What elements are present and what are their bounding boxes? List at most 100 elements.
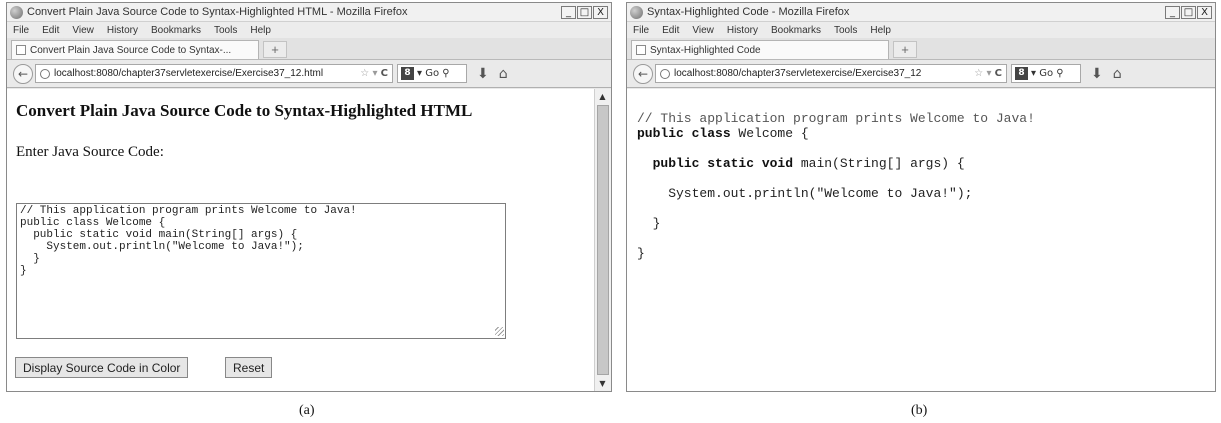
menu-tools[interactable]: Tools [834, 25, 857, 36]
scroll-up-icon[interactable]: ▲ [595, 89, 610, 104]
code-line: // This application program prints Welco… [637, 111, 1035, 126]
home-icon[interactable]: ⌂ [1113, 66, 1122, 82]
menu-view[interactable]: View [692, 25, 714, 36]
caption-a: (a) [299, 403, 315, 418]
menu-history[interactable]: History [107, 25, 138, 36]
maximize-button[interactable]: □ [577, 5, 592, 19]
vertical-scrollbar[interactable]: ▲ ▼ [594, 89, 611, 391]
firefox-icon [630, 5, 643, 19]
menu-edit[interactable]: Edit [42, 25, 59, 36]
code-text: } [637, 216, 661, 231]
page-content: // This application program prints Welco… [627, 89, 1215, 391]
dropdown-icon[interactable]: ▾ [372, 68, 377, 79]
dropdown-icon[interactable]: ▾ [986, 68, 991, 79]
search-placeholder: Go [1039, 68, 1054, 79]
url-bar[interactable]: localhost:8080/chapter37servletexercise/… [655, 64, 1007, 83]
star-icon[interactable]: ☆ [974, 68, 983, 79]
firefox-icon [10, 5, 23, 19]
close-button[interactable]: X [1197, 5, 1212, 19]
tab-bar: Syntax-Highlighted Code + [627, 38, 1215, 60]
firefox-window-b: Syntax-Highlighted Code - Mozilla Firefo… [626, 2, 1216, 392]
menu-view[interactable]: View [72, 25, 94, 36]
menu-edit[interactable]: Edit [662, 25, 679, 36]
maximize-button[interactable]: □ [1181, 5, 1196, 19]
source-code-textarea[interactable]: // This application program prints Welco… [16, 203, 506, 339]
url-bar[interactable]: localhost:8080/chapter37servletexercise/… [35, 64, 393, 83]
minimize-button[interactable]: _ [1165, 5, 1180, 19]
code-text: main(String[] args) { [793, 156, 965, 171]
back-button[interactable]: ← [633, 63, 653, 84]
tab-label: Syntax-Highlighted Code [650, 44, 761, 56]
window-title: Syntax-Highlighted Code - Mozilla Firefo… [647, 6, 850, 18]
search-box[interactable]: 8 ▾ Go ⚲ [1011, 64, 1081, 83]
menu-bookmarks[interactable]: Bookmarks [151, 25, 201, 36]
window-title: Convert Plain Java Source Code to Syntax… [27, 6, 408, 18]
highlighted-code: // This application program prints Welco… [637, 111, 1035, 261]
menu-file[interactable]: File [633, 25, 649, 36]
magnifier-icon[interactable]: ⚲ [1056, 68, 1063, 79]
code-line: } [637, 246, 1035, 261]
menu-help[interactable]: Help [870, 25, 891, 36]
code-text: } [637, 246, 645, 261]
scroll-down-icon[interactable]: ▼ [595, 376, 610, 391]
display-color-button[interactable]: Display Source Code in Color [15, 357, 189, 378]
scroll-thumb[interactable] [597, 105, 609, 375]
page-heading: Convert Plain Java Source Code to Syntax… [16, 101, 473, 120]
search-engine-icon: 8 [401, 67, 414, 80]
code-keyword: public class [637, 126, 731, 141]
resize-grip-icon[interactable] [495, 327, 504, 336]
code-comment: // This application program prints Welco… [637, 111, 1035, 126]
close-button[interactable]: X [593, 5, 608, 19]
code-keyword: public static void [652, 156, 794, 171]
navigation-bar: ← localhost:8080/chapter37servletexercis… [627, 60, 1215, 88]
reset-button[interactable]: Reset [225, 357, 273, 378]
url-text: localhost:8080/chapter37servletexercise/… [54, 68, 324, 79]
tab-active[interactable]: Syntax-Highlighted Code [631, 40, 889, 59]
globe-icon [40, 68, 50, 79]
home-icon[interactable]: ⌂ [499, 66, 508, 82]
new-tab-button[interactable]: + [263, 41, 287, 58]
source-label: Enter Java Source Code: [16, 144, 164, 160]
star-icon[interactable]: ☆ [360, 68, 369, 79]
search-dropdown-icon[interactable]: ▾ [1031, 68, 1036, 79]
menu-help[interactable]: Help [250, 25, 271, 36]
search-box[interactable]: 8 ▾ Go ⚲ [397, 64, 467, 83]
reload-icon[interactable]: C [995, 68, 1002, 79]
search-placeholder: Go [425, 68, 440, 79]
tab-label: Convert Plain Java Source Code to Syntax… [30, 44, 232, 56]
code-line: public class Welcome { [637, 126, 1035, 141]
search-dropdown-icon[interactable]: ▾ [417, 68, 422, 79]
reload-icon[interactable]: C [381, 68, 388, 79]
url-text: localhost:8080/chapter37servletexercise/… [674, 68, 922, 79]
menu-tools[interactable]: Tools [214, 25, 237, 36]
code-text: Welcome { [730, 126, 809, 141]
download-icon[interactable]: ⬇ [477, 66, 489, 82]
magnifier-icon[interactable]: ⚲ [442, 68, 449, 79]
page-content: Convert Plain Java Source Code to Syntax… [7, 89, 594, 391]
title-bar: Convert Plain Java Source Code to Syntax… [7, 3, 611, 22]
code-text: ); [956, 186, 973, 201]
tab-active[interactable]: Convert Plain Java Source Code to Syntax… [11, 40, 259, 59]
menu-bar: File Edit View History Bookmarks Tools H… [7, 22, 611, 38]
new-tab-button[interactable]: + [893, 41, 917, 58]
menu-file[interactable]: File [13, 25, 29, 36]
back-button[interactable]: ← [13, 63, 33, 84]
code-line: public static void main(String[] args) { [637, 156, 1035, 171]
menu-bookmarks[interactable]: Bookmarks [771, 25, 821, 36]
menu-bar: File Edit View History Bookmarks Tools H… [627, 22, 1215, 38]
menu-history[interactable]: History [727, 25, 758, 36]
code-line: } [637, 216, 1035, 231]
download-icon[interactable]: ⬇ [1091, 66, 1103, 82]
firefox-window-a: Convert Plain Java Source Code to Syntax… [6, 2, 612, 392]
page-icon [16, 45, 26, 55]
minimize-button[interactable]: _ [561, 5, 576, 19]
tab-bar: Convert Plain Java Source Code to Syntax… [7, 38, 611, 60]
title-bar: Syntax-Highlighted Code - Mozilla Firefo… [627, 3, 1215, 22]
code-string: "Welcome to Java!" [816, 186, 957, 201]
search-engine-icon: 8 [1015, 67, 1028, 80]
